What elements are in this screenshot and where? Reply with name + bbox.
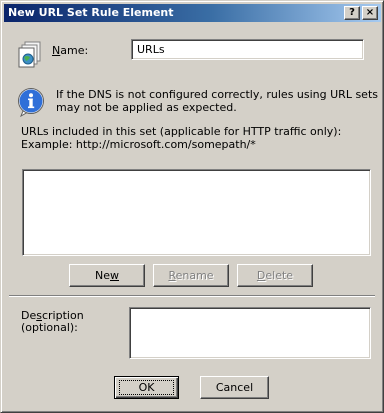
window-title: New URL Set Rule Element [8, 6, 174, 19]
name-input[interactable]: URLs [131, 39, 364, 60]
close-button[interactable]: × [362, 6, 378, 20]
new-button[interactable]: New [69, 264, 145, 287]
name-label: Name: [52, 44, 89, 57]
rename-button[interactable]: Rename [153, 264, 229, 287]
urls-listbox[interactable] [22, 169, 371, 256]
info-text-line1: If the DNS is not configured correctly, … [56, 88, 378, 101]
name-input-value: URLs [137, 43, 165, 56]
cancel-button[interactable]: Cancel [200, 376, 269, 399]
description-label-optional: (optional): [21, 321, 78, 334]
help-button[interactable]: ? [344, 6, 360, 20]
urls-example-text: Example: http://microsoft.com/somepath/* [21, 138, 256, 151]
ok-button[interactable]: OK [114, 376, 179, 399]
dialog-window: New URL Set Rule Element ? × Name: URLs … [0, 0, 384, 413]
urls-label-line1: URLs included in this set (applicable fo… [21, 125, 342, 138]
info-text-line2: may not be applied as expected. [56, 101, 237, 114]
info-icon [18, 88, 44, 117]
url-set-icon [18, 41, 41, 68]
description-textarea[interactable] [129, 307, 371, 359]
title-bar[interactable]: New URL Set Rule Element ? × [4, 4, 381, 22]
delete-button[interactable]: Delete [237, 264, 313, 287]
separator [9, 295, 375, 297]
